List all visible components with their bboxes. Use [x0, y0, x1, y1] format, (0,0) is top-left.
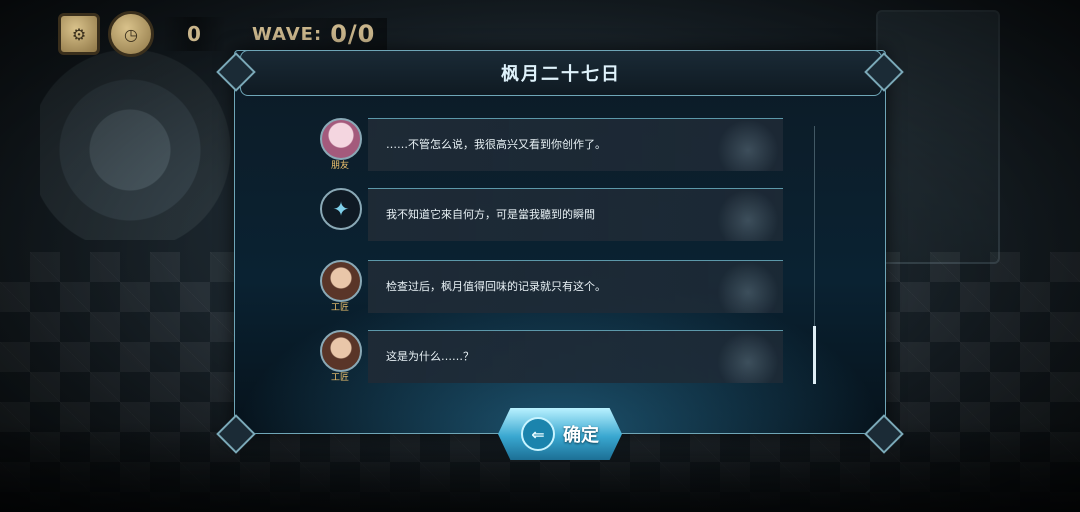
scrollbar-thumb[interactable] [813, 326, 816, 384]
speaker-name: 工匠 [330, 303, 349, 313]
clock-icon: ◷ [124, 24, 138, 44]
message-item: 朋友 ……不管怎么说，我很高兴又看到你创作了。 [316, 112, 786, 172]
message-text: ……不管怎么说，我很高兴又看到你创作了。 [386, 138, 606, 151]
craftsman-avatar [320, 260, 362, 302]
friend-avatar [320, 118, 362, 160]
message-text: 这是为什么……？ [386, 350, 474, 363]
wave-label: WAVE: [252, 23, 323, 45]
message-item: 工匠 这是为什么……？ [316, 324, 786, 384]
message-text: 我不知道它來自何方，可是當我聽到的瞬間 [386, 208, 595, 221]
wave-value: 0/0 [330, 20, 376, 48]
arrow-left-icon: ⇐ [521, 417, 555, 451]
craftsman-avatar [320, 330, 362, 372]
emblem-icon: ✦ [332, 197, 350, 221]
message-text: 检查过后，枫月值得回味的记录就只有这个。 [386, 280, 606, 293]
confirm-label: 确定 [563, 425, 599, 446]
emblem-avatar: ✦ [320, 188, 362, 230]
gold-counter: 0 [162, 17, 226, 51]
dialog-title: 枫月二十七日 [501, 64, 621, 85]
settings-button[interactable]: ⚙ [58, 13, 100, 55]
message-item: ✦ 我不知道它來自何方，可是當我聽到的瞬間 [316, 182, 786, 242]
dialog-title-bar: 枫月二十七日 [240, 50, 882, 96]
gear-icon: ⚙ [71, 24, 87, 44]
speed-button[interactable]: ◷ [108, 11, 154, 57]
speaker-name: 朋友 [330, 161, 349, 171]
confirm-button[interactable]: ⇐ 确定 [498, 408, 622, 460]
message-item: 工匠 检查过后，枫月值得回味的记录就只有这个。 [316, 254, 786, 314]
wave-indicator: WAVE: 0/0 [240, 18, 388, 50]
speaker-name: 工匠 [330, 373, 349, 383]
